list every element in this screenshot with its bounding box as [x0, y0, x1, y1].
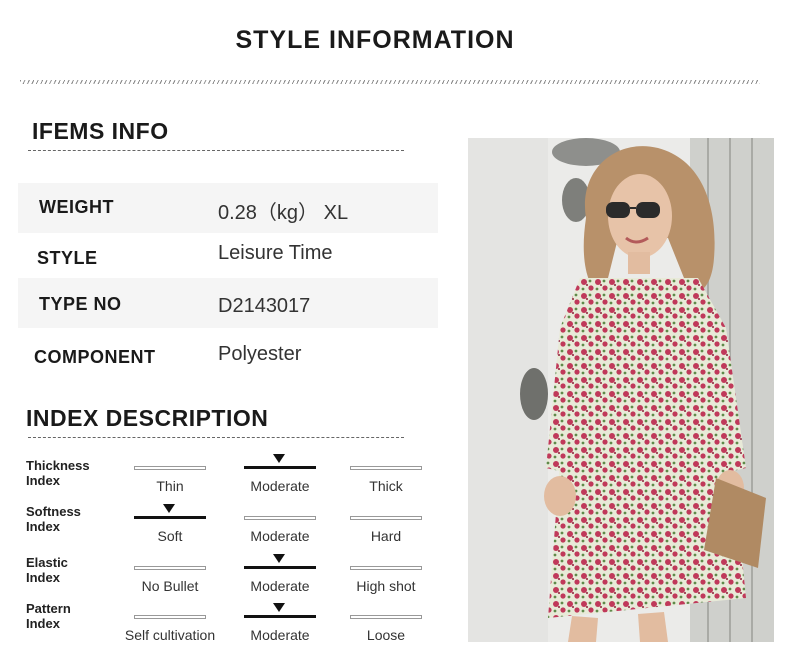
items-info-title: IFEMS INFO — [32, 118, 169, 144]
info-value: 0.28（kg） XL — [218, 202, 349, 224]
info-row-weight: WEIGHT 0.28（kg） XL — [18, 183, 438, 233]
model-illustration — [468, 138, 774, 642]
info-row-type-no: TYPE NO D2143017 — [18, 278, 438, 328]
selected-marker-icon — [273, 554, 285, 563]
index-description-divider — [28, 437, 404, 438]
index-bar — [244, 466, 316, 469]
index-bar — [350, 615, 422, 619]
info-value: Polyester — [218, 343, 302, 365]
product-photo — [468, 138, 774, 642]
index-bar — [244, 615, 316, 618]
index-bar — [350, 566, 422, 570]
info-row-component: COMPONENT Polyester — [18, 330, 438, 380]
selected-marker-icon — [273, 603, 285, 612]
items-info-divider — [28, 150, 404, 151]
index-bar — [134, 516, 206, 519]
index-label-pattern: Pattern Index — [26, 601, 71, 631]
index-bar — [134, 615, 206, 619]
info-label: STYLE — [37, 248, 98, 268]
index-bar — [244, 566, 316, 569]
selected-marker-icon — [273, 454, 285, 463]
index-label-elastic: Elastic Index — [26, 555, 68, 585]
info-label: COMPONENT — [34, 347, 156, 367]
info-value: D2143017 — [218, 295, 311, 317]
index-bar — [134, 466, 206, 470]
info-label: TYPE NO — [39, 294, 122, 314]
index-bar — [134, 566, 206, 570]
info-row-style: STYLE Leisure Time — [18, 233, 438, 283]
index-label-thickness: Thickness Index — [26, 458, 90, 488]
index-bar — [244, 516, 316, 520]
index-bar — [350, 466, 422, 470]
info-value: Leisure Time — [218, 242, 333, 264]
index-label-softness: Softness Index — [26, 504, 81, 534]
selected-marker-icon — [163, 504, 175, 513]
page-title: STYLE INFORMATION — [235, 26, 515, 54]
title-divider — [20, 80, 760, 84]
index-description-title: INDEX DESCRIPTION — [26, 405, 269, 431]
info-label: WEIGHT — [39, 197, 114, 217]
index-bar — [350, 516, 422, 520]
